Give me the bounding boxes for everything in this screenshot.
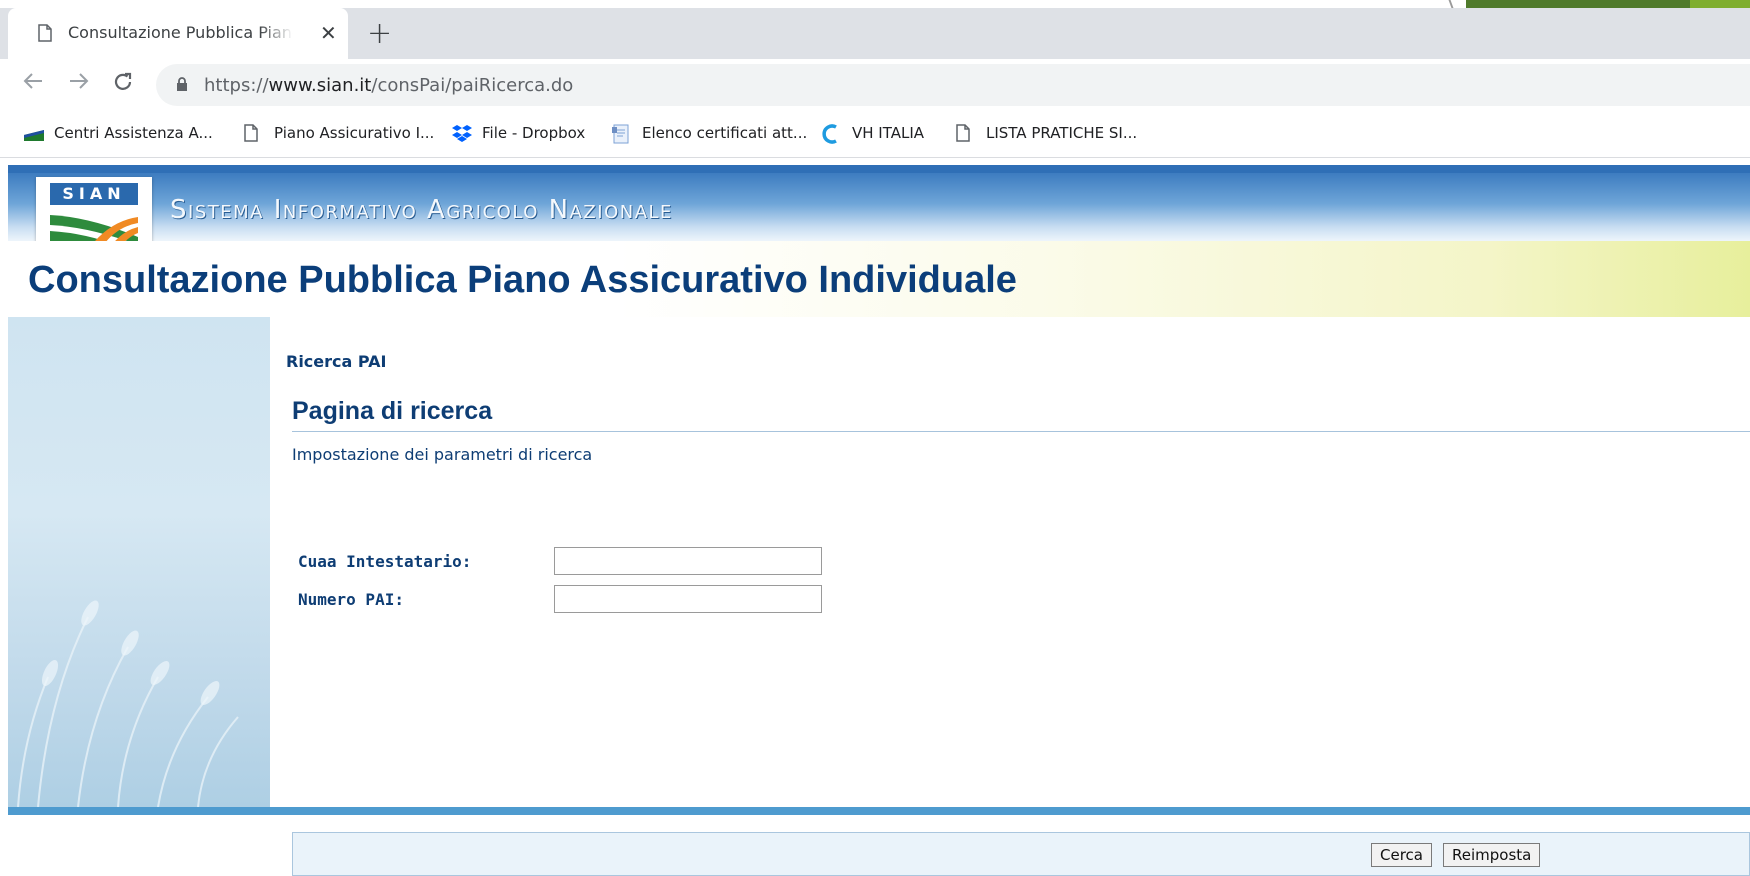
bookmark-piano-assicurativo[interactable]: Piano Assicurativo I... bbox=[244, 124, 434, 142]
bookmark-label: LISTA PRATICHE SI... bbox=[986, 124, 1138, 142]
numero-pai-input[interactable] bbox=[554, 585, 822, 613]
new-tab-button[interactable]: + bbox=[367, 16, 392, 51]
url-host: www.sian.it bbox=[268, 75, 372, 96]
browser-tab-active[interactable]: Consultazione Pubblica Piano Assicurativ… bbox=[8, 8, 348, 59]
close-tab-icon[interactable]: ✕ bbox=[320, 21, 337, 45]
dropbox-icon bbox=[452, 124, 472, 142]
reload-icon[interactable] bbox=[112, 70, 134, 99]
bookmark-label: File - Dropbox bbox=[482, 124, 586, 142]
bookmark-label: Elenco certificati att... bbox=[642, 124, 808, 142]
address-bar[interactable]: https://www.sian.it/consPai/paiRicerca.d… bbox=[156, 64, 1750, 106]
tab-strip: Consultazione Pubblica Piano Assicurativ… bbox=[0, 8, 1750, 59]
sian-page: SIAN Sistema Informativo Agricolo Nazion… bbox=[8, 165, 1750, 876]
search-button[interactable]: Cerca bbox=[1371, 843, 1432, 867]
page-icon bbox=[956, 124, 974, 142]
bookmark-dropbox[interactable]: File - Dropbox bbox=[452, 124, 585, 142]
tab-title: Consultazione Pubblica Piano Assicurativ… bbox=[68, 23, 293, 42]
top-bar bbox=[8, 165, 1750, 173]
page-icon bbox=[244, 124, 262, 142]
page-title: Pagina di ricerca bbox=[292, 397, 493, 425]
url-scheme: https:// bbox=[204, 75, 269, 96]
left-sidebar bbox=[8, 317, 270, 807]
bookmarks-bar: Centri Assistenza A... Piano Assicurativ… bbox=[0, 111, 1750, 158]
bookmark-label: Piano Assicurativo I... bbox=[274, 124, 435, 142]
wheat-background-icon bbox=[17, 600, 239, 807]
main-content: Ricerca PAI Pagina di ricerca Impostazio… bbox=[270, 317, 1750, 876]
breadcrumb[interactable]: Ricerca PAI bbox=[286, 352, 386, 371]
url-text: https://www.sian.it/consPai/paiRicerca.d… bbox=[204, 75, 573, 96]
bookmark-vh-italia[interactable]: VH ITALIA bbox=[822, 124, 925, 144]
back-arrow-icon[interactable] bbox=[22, 69, 44, 99]
url-path: /consPai/paiRicerca.do bbox=[371, 75, 574, 96]
vh-logo-icon bbox=[822, 124, 840, 144]
page-subtitle: Impostazione dei parametri di ricerca bbox=[292, 445, 593, 464]
browser-chrome: Consultazione Pubblica Piano Assicurativ… bbox=[0, 8, 1750, 162]
cuaa-input[interactable] bbox=[554, 547, 822, 575]
slide-decoration bbox=[1448, 0, 1750, 8]
numero-pai-label: Numero PAI: bbox=[298, 590, 404, 609]
reset-button[interactable]: Reimposta bbox=[1443, 843, 1541, 867]
bookmark-lista-pratiche[interactable]: LISTA PRATICHE SI... bbox=[956, 124, 1137, 142]
document-icon bbox=[612, 124, 630, 144]
action-bar: Cerca Reimposta bbox=[292, 832, 1750, 876]
lock-icon bbox=[176, 77, 188, 96]
sian-banner: SIAN Sistema Informativo Agricolo Nazion… bbox=[8, 173, 1750, 255]
title-divider bbox=[292, 431, 1750, 432]
bookmark-label: Centri Assistenza A... bbox=[54, 124, 213, 142]
cuaa-label: Cuaa Intestatario: bbox=[298, 552, 472, 571]
flag-icon bbox=[24, 124, 44, 142]
browser-toolbar: https://www.sian.it/consPai/paiRicerca.d… bbox=[0, 59, 1750, 111]
title-bar: Consultazione Pubblica Piano Assicurativ… bbox=[8, 241, 1750, 318]
footer-bar bbox=[8, 807, 1750, 815]
app-title: Consultazione Pubblica Piano Assicurativ… bbox=[28, 259, 1017, 301]
forward-arrow-icon[interactable] bbox=[68, 69, 90, 99]
bookmark-centri-assistenza[interactable]: Centri Assistenza A... bbox=[24, 124, 213, 142]
bookmark-elenco-certificati[interactable]: Elenco certificati att... bbox=[612, 124, 808, 144]
system-name: Sistema Informativo Agricolo Nazionale bbox=[170, 195, 673, 225]
logo-text: SIAN bbox=[50, 183, 138, 205]
bookmark-label: VH ITALIA bbox=[852, 124, 925, 142]
page-icon bbox=[38, 24, 52, 46]
